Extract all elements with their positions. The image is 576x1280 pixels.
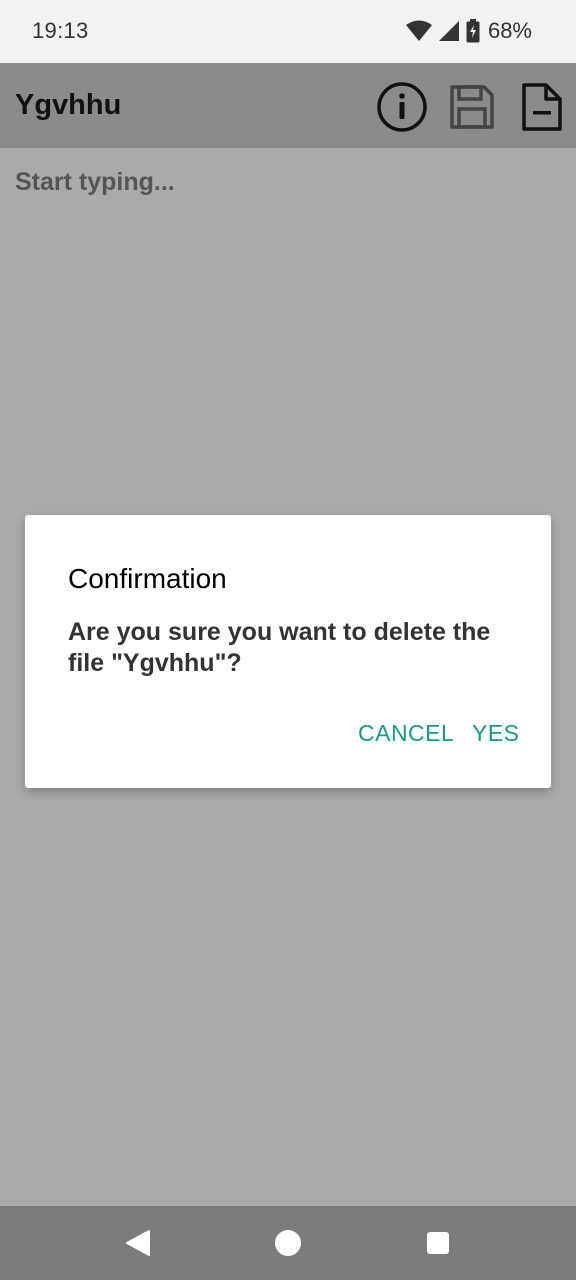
dialog-message: Are you sure you want to delete the file… [68, 618, 491, 677]
home-icon[interactable] [273, 1228, 303, 1258]
battery-charging-icon [466, 19, 480, 43]
navigation-bar [0, 1206, 576, 1280]
save-icon[interactable] [446, 81, 498, 133]
app-bar: Ygvhhu [0, 63, 576, 148]
status-icons: 68% [405, 17, 532, 45]
status-time: 19:13 [32, 18, 89, 43]
editor-placeholder: Start typing... [15, 168, 175, 196]
info-icon[interactable] [376, 81, 428, 133]
recents-icon[interactable] [423, 1228, 453, 1258]
back-icon[interactable] [123, 1228, 153, 1258]
signal-icon [438, 21, 459, 41]
battery-percent: 68% [487, 18, 532, 43]
wifi-icon [405, 20, 432, 41]
status-bar: 19:13 68% [0, 0, 576, 63]
cancel-button[interactable]: CANCEL [358, 720, 454, 747]
confirmation-dialog: Confirmation Are you sure you want to de… [25, 515, 551, 788]
delete-file-icon[interactable] [516, 81, 568, 133]
yes-button[interactable]: YES [472, 720, 520, 747]
dialog-title: Confirmation [68, 563, 227, 594]
app-title: Ygvhhu [15, 89, 122, 121]
